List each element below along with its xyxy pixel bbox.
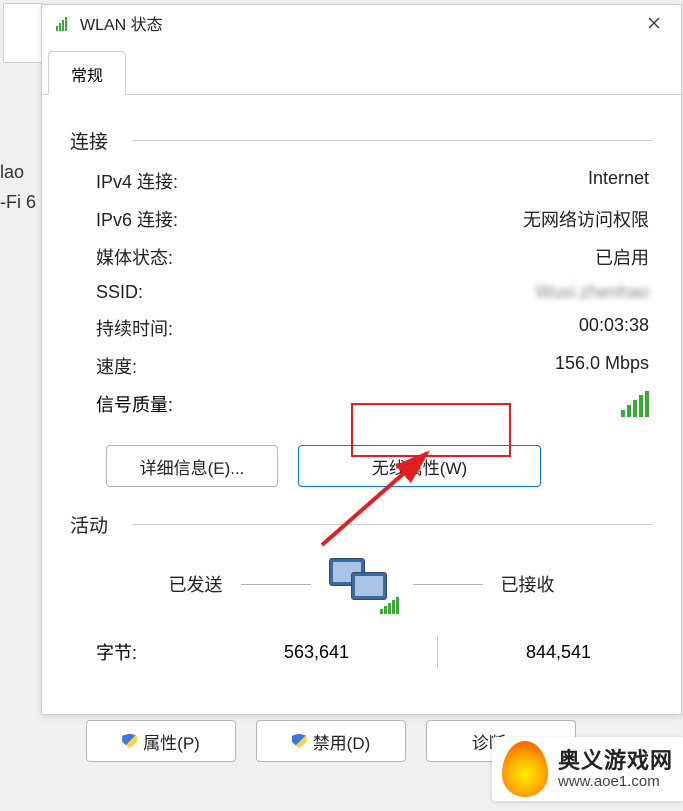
properties-button-label: 属性(P) [143,729,200,754]
divider [132,524,653,525]
details-button[interactable]: 详细信息(E)... [106,445,278,487]
shield-icon [122,734,137,749]
watermark: 奥义游戏网 www.aoe1.com [492,737,683,801]
watermark-title: 奥义游戏网 [558,748,673,773]
duration-value: 00:03:38 [579,315,649,341]
close-icon [648,17,660,29]
close-button[interactable] [633,8,675,38]
ipv6-value: 无网络访问权限 [523,206,649,232]
parent-toolbar-fragment [3,3,43,63]
section-connection-label: 连接 [70,127,108,154]
dialog-content: 连接 IPv4 连接: Internet IPv6 连接: 无网络访问权限 媒体状态… [42,95,681,780]
signal-bars-icon [621,391,649,417]
section-activity-label: 活动 [70,511,108,538]
bytes-received-value: 844,541 [468,642,649,663]
disable-button-label: 禁用(D) [313,729,371,754]
dash-line [413,584,483,585]
background-text-2: -Fi 6 [0,192,36,213]
divider [132,140,653,141]
tab-strip: 常规 [42,51,681,95]
wireless-properties-button[interactable]: 无线属性(W) [298,445,541,487]
network-computers-icon [329,558,395,610]
duration-label: 持续时间: [96,315,173,341]
wifi-signal-icon [56,15,72,31]
media-state-label: 媒体状态: [96,244,173,270]
ipv4-value: Internet [588,168,649,194]
watermark-url: www.aoe1.com [558,773,673,790]
ssid-value: Wuxi.zhenhao [535,282,649,303]
sent-label: 已发送 [169,571,223,597]
activity-diagram: 已发送 已接收 [70,558,653,610]
properties-button[interactable]: 属性(P) [86,720,236,762]
ipv4-label: IPv4 连接: [96,168,178,194]
ipv6-label: IPv6 连接: [96,206,178,232]
speed-value: 156.0 Mbps [555,353,649,379]
disable-button[interactable]: 禁用(D) [256,720,406,762]
titlebar: WLAN 状态 [42,5,681,41]
ssid-label: SSID: [96,282,143,303]
dialog-title: WLAN 状态 [80,11,633,35]
received-label: 已接收 [501,571,555,597]
shield-icon [292,734,307,749]
tab-general[interactable]: 常规 [48,51,126,95]
vertical-divider [437,636,438,668]
media-state-value: 已启用 [595,244,649,270]
bytes-sent-value: 563,641 [226,642,407,663]
flame-icon [502,741,548,797]
dash-line [241,584,311,585]
bytes-label: 字节: [96,639,226,665]
speed-label: 速度: [96,353,137,379]
wlan-status-dialog: WLAN 状态 常规 连接 IPv4 连接: Internet IPv6 连接: 无… [41,4,682,715]
signal-quality-label: 信号质量: [96,391,173,417]
background-text-1: lao [0,162,24,183]
